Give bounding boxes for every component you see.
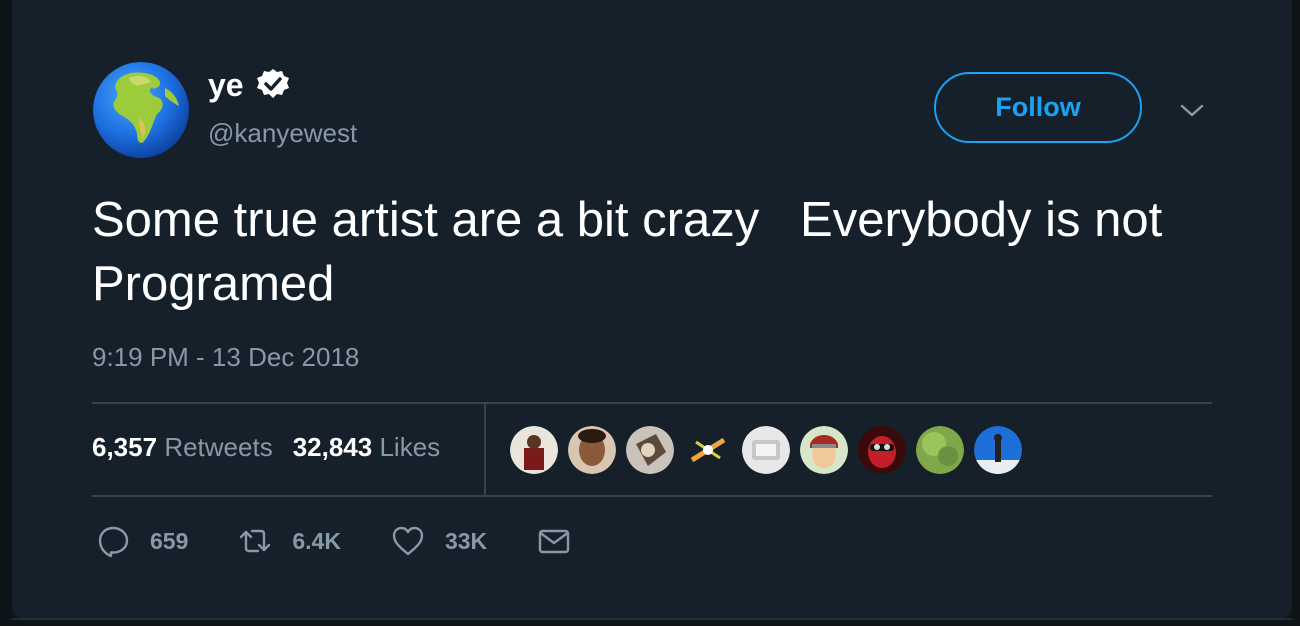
reply-icon <box>98 526 129 558</box>
liker-avatar[interactable] <box>800 426 848 474</box>
tweet-card: ye @kanyewest Follow Some true artist ar… <box>12 0 1292 620</box>
envelope-icon <box>538 529 570 554</box>
stats-top-divider <box>92 402 1212 404</box>
liker-avatar[interactable] <box>626 426 674 474</box>
globe-icon <box>93 62 189 158</box>
chevron-down-icon[interactable] <box>1178 98 1206 122</box>
likes-label: Likes <box>379 432 441 462</box>
retweets-label: Retweets <box>164 432 273 462</box>
tweet-actions: 659 6.4K 33K <box>96 524 621 558</box>
verified-badge-icon <box>256 68 290 102</box>
liker-avatars <box>510 426 1022 474</box>
author-handle[interactable]: @kanyewest <box>208 118 357 149</box>
like-count: 33K <box>444 527 488 554</box>
stats-vertical-divider <box>484 404 486 496</box>
retweet-icon <box>240 529 271 553</box>
follow-button[interactable]: Follow <box>934 72 1142 143</box>
reply-count: 659 <box>150 527 189 554</box>
like-button[interactable]: 33K <box>391 524 487 558</box>
engagement-stats: 6,357 Retweets 32,843 Likes <box>92 432 440 463</box>
card-bottom-border <box>12 618 1292 620</box>
author-name-row[interactable]: ye <box>208 66 290 104</box>
retweet-button[interactable]: 6.4K <box>238 524 341 558</box>
liker-avatar[interactable] <box>742 426 790 474</box>
author-avatar[interactable] <box>93 62 189 158</box>
liker-avatar[interactable] <box>684 426 732 474</box>
stats-bottom-divider <box>92 495 1212 497</box>
liker-avatar[interactable] <box>858 426 906 474</box>
likes-total: 32,843 <box>292 432 373 462</box>
retweets-total: 6,357 <box>92 432 158 462</box>
liker-avatar[interactable] <box>568 426 616 474</box>
tweet-text: Some true artist are a bit crazy Everybo… <box>92 193 1176 311</box>
retweets-stat[interactable]: 6,357 Retweets <box>92 432 273 463</box>
liker-avatar[interactable] <box>510 426 558 474</box>
retweet-count: 6.4K <box>292 527 341 554</box>
liker-avatar[interactable] <box>916 426 964 474</box>
liker-avatar[interactable] <box>974 426 1022 474</box>
heart-icon <box>392 526 424 556</box>
likes-stat[interactable]: 32,843 Likes <box>293 432 440 463</box>
author-display-name[interactable]: ye <box>208 66 244 104</box>
reply-button[interactable]: 659 <box>96 524 188 558</box>
direct-message-button[interactable] <box>537 524 571 558</box>
tweet-timestamp[interactable]: 9:19 PM - 13 Dec 2018 <box>92 342 359 373</box>
